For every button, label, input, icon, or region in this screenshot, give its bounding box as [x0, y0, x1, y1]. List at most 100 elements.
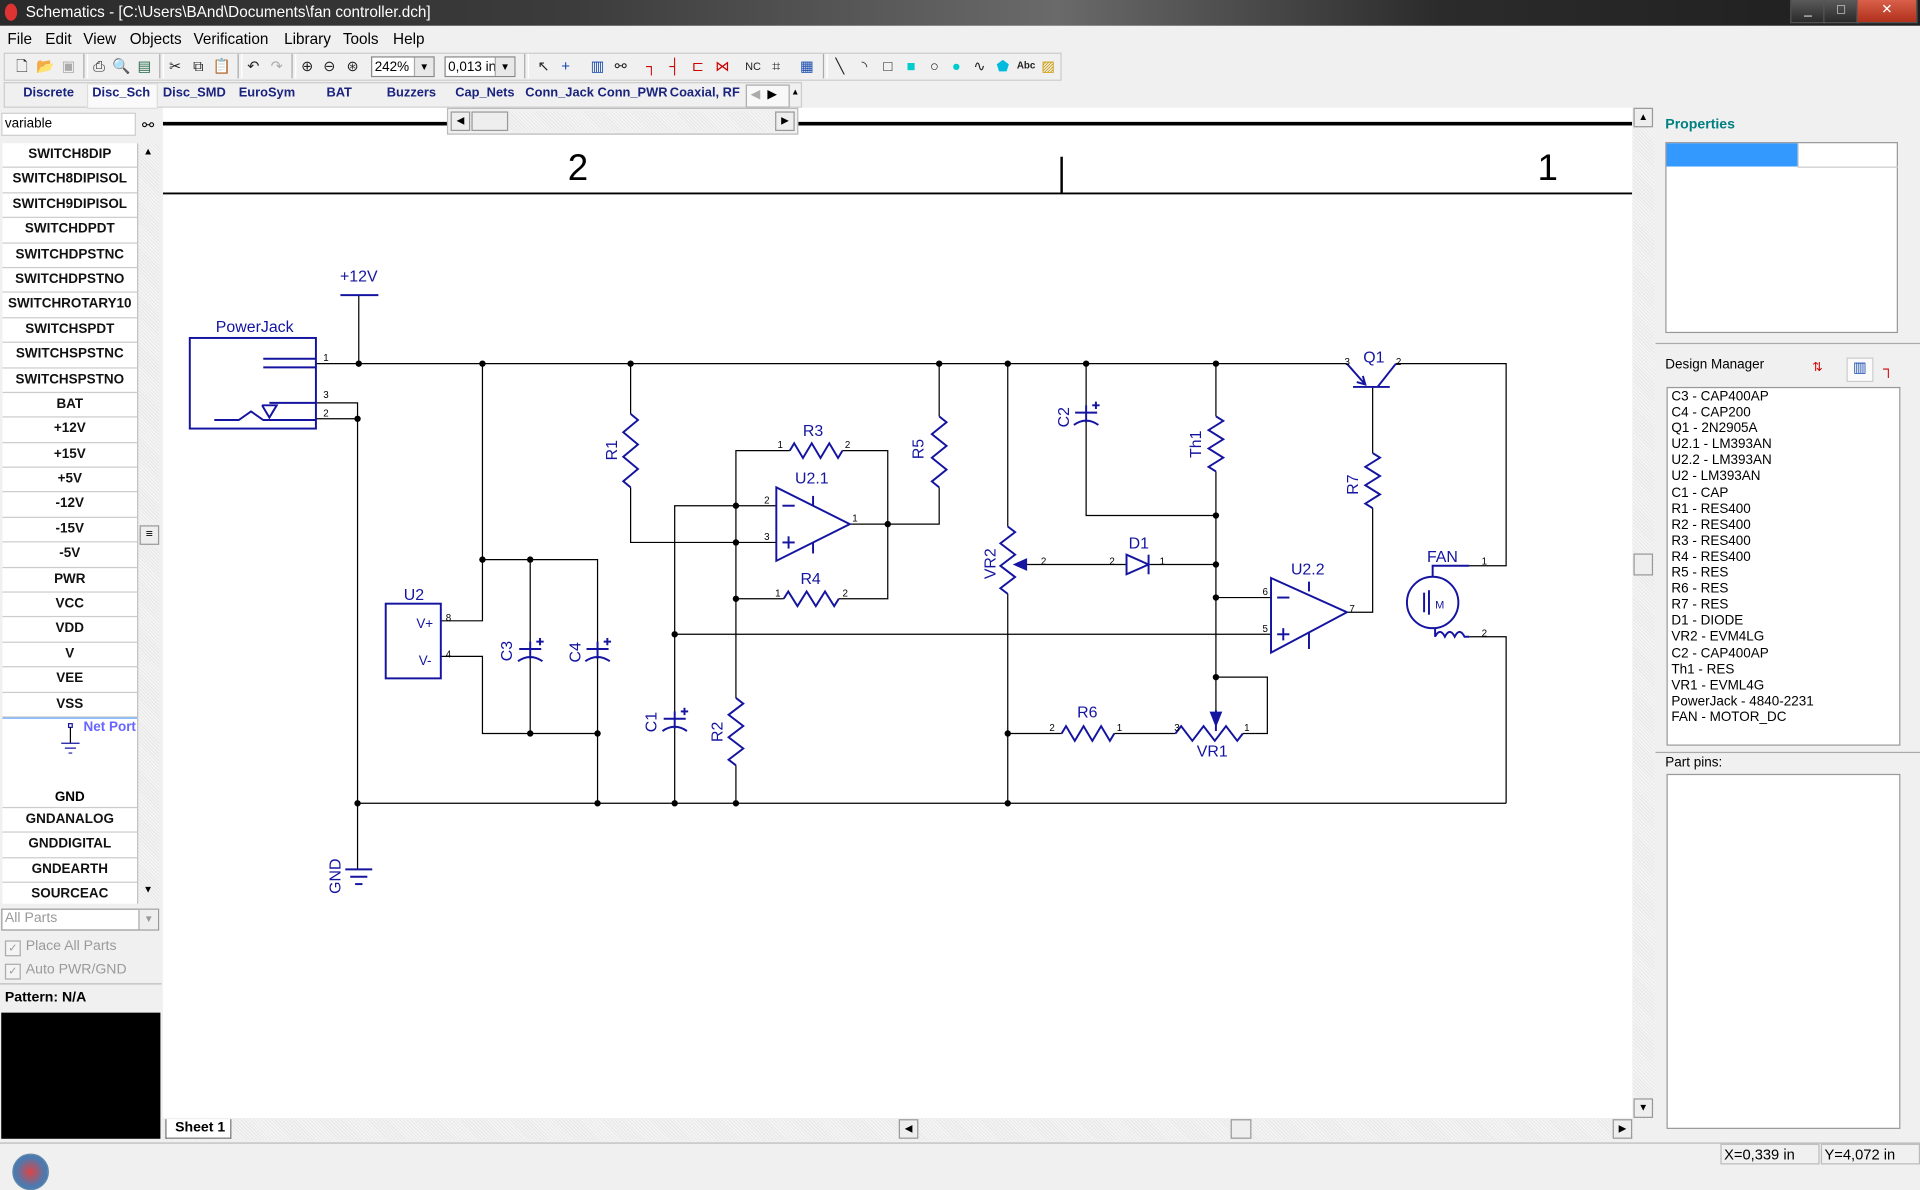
part-list-item[interactable]: SWITCHROTARY10 [2, 293, 138, 319]
part-list-item[interactable]: SWITCHSPSTNO [2, 368, 138, 393]
scroll-down-icon[interactable]: ▼ [1633, 1098, 1654, 1118]
undo-icon[interactable]: ↶ [244, 56, 264, 76]
design-manager-item[interactable]: R1 - RES400 [1671, 502, 1895, 518]
toolbar-overflow-icon[interactable]: ▲ [791, 88, 799, 97]
popup-scrollbar[interactable]: ◀ ▶ [450, 111, 795, 132]
menu-library[interactable]: Library [284, 31, 331, 48]
nc-icon[interactable]: NC [743, 56, 763, 76]
menu-objects[interactable]: Objects [130, 31, 182, 48]
binoculars-icon[interactable]: ⚯ [142, 116, 154, 133]
image-icon[interactable]: ▨ [1038, 56, 1058, 76]
part-list-scrollbar[interactable]: ▲ ≡ ▼ [138, 143, 160, 904]
design-manager-item[interactable]: Th1 - RES [1671, 662, 1895, 678]
binoculars-icon[interactable]: ⚯ [611, 56, 631, 76]
design-manager-item[interactable]: C2 - CAP400AP [1671, 646, 1895, 662]
menu-edit[interactable]: Edit [45, 31, 71, 48]
design-manager-item[interactable]: R6 - RES [1671, 582, 1895, 598]
zoom-in-icon[interactable]: ⊕ [298, 56, 318, 76]
design-manager-item[interactable]: R2 - RES400 [1671, 518, 1895, 534]
tab-cap-nets[interactable]: Cap_Nets [454, 86, 515, 101]
scroll-down-icon[interactable]: ▼ [143, 884, 153, 895]
tab-scroll-left-icon[interactable]: ◀ [751, 88, 760, 101]
net-port-icon[interactable]: ⊏ [688, 56, 708, 76]
scroll-up-icon[interactable]: ▲ [143, 146, 153, 157]
tab-disc-smd[interactable]: Disc_SMD [163, 86, 226, 101]
save-icon[interactable]: ▣ [59, 56, 79, 76]
part-list-item-gnd[interactable]: Net Port GND [2, 717, 138, 809]
copy-icon[interactable]: ⧉ [189, 56, 209, 76]
part-search-input[interactable]: variable [1, 112, 136, 136]
part-list-item[interactable]: GNDEARTH [2, 858, 138, 884]
tab-discrete[interactable]: Discrete [23, 86, 74, 101]
scroll-thumb[interactable] [471, 111, 509, 132]
scroll-right-icon[interactable]: ▶ [775, 111, 795, 132]
menu-verification[interactable]: Verification [193, 31, 268, 48]
design-manager-item[interactable]: VR1 - EVML4G [1671, 678, 1895, 694]
properties-value-cell[interactable] [1797, 143, 1898, 168]
scroll-thumb[interactable] [1633, 553, 1654, 576]
close-button[interactable]: ✕ [1856, 0, 1918, 24]
part-list-item[interactable]: SWITCHDPSTNO [2, 268, 138, 294]
design-manager-item[interactable]: R7 - RES [1671, 598, 1895, 614]
part-list-item[interactable]: +5V [2, 468, 138, 493]
parts-filter-select[interactable]: All Parts ▼ [1, 908, 160, 931]
minimize-button[interactable]: _ [1790, 0, 1826, 24]
part-icon[interactable]: ▥ [588, 56, 608, 76]
chevron-down-icon[interactable]: ▼ [494, 57, 515, 76]
new-file-icon[interactable]: 🗋 [12, 56, 32, 76]
design-manager-item[interactable]: C4 - CAP200 [1671, 405, 1895, 421]
bus-entry-icon[interactable]: ⋈ [713, 56, 733, 76]
chevron-down-icon[interactable]: ▼ [138, 909, 158, 930]
tab-coaxial-rf[interactable]: Coaxial, RF [670, 86, 740, 101]
polyline-icon[interactable]: ∿ [970, 56, 990, 76]
arc-icon[interactable]: ◝ [855, 56, 875, 76]
maximize-button[interactable]: □ [1823, 0, 1859, 24]
design-manager-item[interactable]: R3 - RES400 [1671, 534, 1895, 550]
select-pointer-icon[interactable]: ↖ [534, 56, 554, 76]
part-list-item[interactable]: SWITCH8DIP [2, 143, 138, 169]
tab-sheet-1[interactable]: Sheet 1 [165, 1119, 232, 1139]
tab-conn-jack[interactable]: Conn_Jack [525, 86, 594, 101]
polygon-icon[interactable]: ⬟ [993, 56, 1013, 76]
design-manager-item[interactable]: Q1 - 2N2905A [1671, 421, 1895, 437]
design-manager-item[interactable]: C1 - CAP [1671, 486, 1895, 502]
sort-list-icon[interactable]: ⇅ [1812, 361, 1822, 374]
part-list-item[interactable]: BAT [2, 393, 138, 418]
part-list-item[interactable]: SWITCH9DIPISOL [2, 193, 138, 219]
chip-icon[interactable]: ⌗ [767, 56, 787, 76]
place-all-parts-checkbox[interactable]: ✓ [4, 940, 21, 957]
nets-view-icon[interactable]: ┐ [1883, 360, 1893, 377]
menu-view[interactable]: View [83, 31, 116, 48]
part-list-item[interactable]: -5V [2, 543, 138, 568]
canvas-vertical-scrollbar[interactable]: ▲ ▼ [1633, 107, 1655, 1120]
design-manager-item[interactable]: U2 - LM393AN [1671, 470, 1895, 486]
grid-select[interactable]: 0,013 in ▼ [444, 56, 516, 78]
part-list-item[interactable]: -12V [2, 493, 138, 518]
properties-selected-row[interactable] [1666, 143, 1798, 167]
part-list-item[interactable]: PWR [2, 568, 138, 593]
zoom-out-icon[interactable]: ⊖ [320, 56, 340, 76]
zoom-select[interactable]: 242% ▼ [371, 56, 435, 78]
part-list-item[interactable]: GNDANALOG [2, 808, 138, 834]
design-manager-item[interactable]: C3 - CAP400AP [1671, 389, 1895, 405]
design-manager-item[interactable]: R5 - RES [1671, 566, 1895, 582]
part-list-item[interactable]: SWITCHSPDT [2, 318, 138, 344]
tab-buzzers[interactable]: Buzzers [383, 86, 439, 101]
cut-icon[interactable]: ✂ [165, 56, 185, 76]
start-orb-icon[interactable] [12, 1153, 49, 1190]
design-manager-item[interactable]: D1 - DIODE [1671, 614, 1895, 630]
scroll-thumb[interactable]: ≡ [139, 525, 160, 545]
part-list-item[interactable]: VSS [2, 693, 138, 718]
part-list-item[interactable]: VDD [2, 618, 138, 643]
part-list-item[interactable]: VCC [2, 593, 138, 618]
design-manager-item[interactable]: U2.2 - LM393AN [1671, 454, 1895, 470]
print-preview-icon[interactable]: 🔍 [111, 56, 131, 76]
schematic-canvas[interactable]: 2 1 M +12V PowerJack GND U2 V+ V- C3 C4 … [162, 107, 1633, 1118]
menu-help[interactable]: Help [393, 31, 424, 48]
wire-icon[interactable]: ┐ [642, 56, 662, 76]
part-list-item[interactable]: -15V [2, 518, 138, 543]
scroll-left-icon[interactable]: ◀ [450, 111, 471, 132]
zoom-fit-icon[interactable]: ⊛ [343, 56, 363, 76]
tab-conn-pwr[interactable]: Conn_PWR [598, 86, 668, 101]
filled-rectangle-icon[interactable]: ■ [901, 56, 921, 76]
